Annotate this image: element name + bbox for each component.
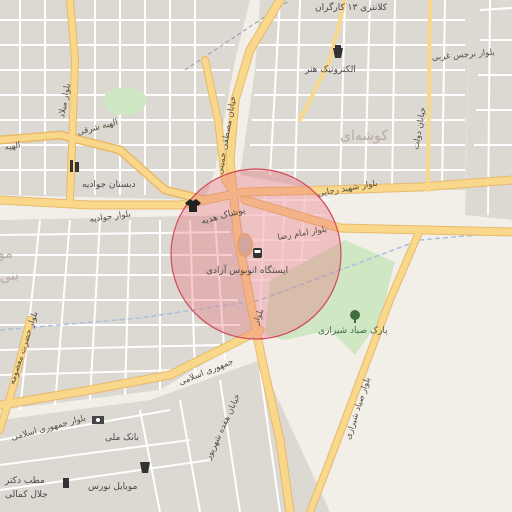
label-bank-melli: بانک ملی [105, 433, 139, 443]
label-jalal-kamali: جلال کمالی [5, 490, 48, 500]
label-kooshe: کوشه‌ای [340, 128, 388, 144]
map-canvas[interactable]: کلانتری ۱۳ کارگران الکترونیک هنر بلوار ن… [0, 0, 512, 512]
label-park-sayad: پارک صیاد شیرازی [318, 325, 388, 336]
label-matab-doctor: مطب دکتر [4, 476, 45, 486]
bank-icon[interactable] [92, 416, 104, 424]
map-view[interactable]: کلانتری ۱۳ کارگران الکترونیک هنر بلوار ن… [0, 0, 512, 512]
label-so: مو [0, 246, 13, 262]
label-mobile-noros: موبایل نورس [88, 482, 138, 492]
medical-icon[interactable] [63, 478, 69, 488]
label-bus-station: ایستگاه اتوبوس آزادی [206, 264, 288, 276]
label-electronic-honar: الکترونیک هنر [304, 65, 356, 75]
label-dabestan-javadiye: دبستان جوادیه [82, 180, 136, 190]
label-kalantari: کلانتری ۱۳ کارگران [315, 1, 388, 13]
bus-stop-icon[interactable] [253, 248, 262, 258]
